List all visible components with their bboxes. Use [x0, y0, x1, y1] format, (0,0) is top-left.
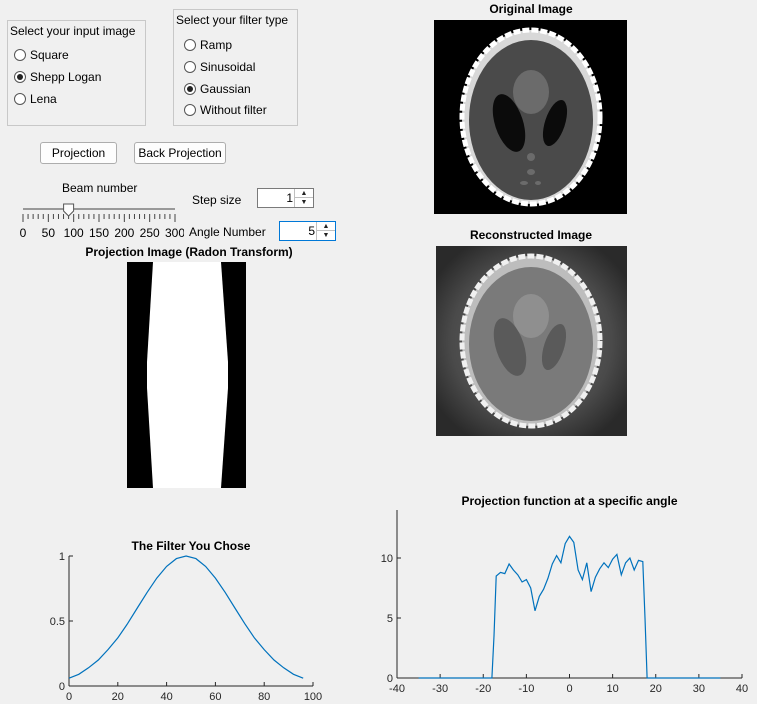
x-tick-label: 0	[566, 683, 572, 695]
radio-ramp[interactable]: Ramp	[184, 37, 232, 53]
radio-square[interactable]: Square	[14, 47, 69, 63]
x-tick-label: -30	[432, 683, 448, 695]
input-panel-title: Select your input image	[10, 24, 136, 38]
series-line	[418, 535, 721, 679]
y-tick-label: 0.5	[50, 616, 65, 628]
filter-chart: 0 20 40 60 80 100 0 0.5 1	[50, 551, 322, 703]
filter-panel-title: Select your filter type	[176, 13, 289, 27]
radio-circle[interactable]	[184, 83, 196, 95]
step-size-arrows[interactable]: ▲ ▼	[294, 189, 313, 207]
slider-ticks	[22, 214, 176, 222]
slider-tick-label: 50	[42, 226, 56, 240]
radio-gaussian[interactable]: Gaussian	[184, 81, 251, 97]
projection-image-title: Projection Image (Radon Transform)	[85, 245, 293, 259]
beam-slider[interactable]: 0 50 100 150 200 250 300	[18, 196, 184, 240]
spinner-down-icon[interactable]: ▼	[317, 231, 335, 240]
spinner-up-icon[interactable]: ▲	[295, 189, 313, 198]
slider-thumb	[63, 203, 75, 217]
y-tick-label: 5	[387, 613, 393, 625]
radio-circle[interactable]	[14, 49, 26, 61]
slider-tick-label: 150	[89, 226, 109, 240]
spinner-down-icon[interactable]: ▼	[295, 198, 313, 207]
radio-circle[interactable]	[184, 61, 196, 73]
input-image-panel: Select your input image Square Shepp Log…	[7, 20, 146, 126]
original-image	[434, 20, 627, 214]
angle-number-spinner[interactable]: 5 ▲ ▼	[279, 221, 336, 241]
x-tick-label: 100	[304, 691, 322, 703]
radio-without-filter[interactable]: Without filter	[184, 102, 267, 118]
radio-label: Lena	[30, 92, 57, 106]
y-tick-label: 10	[381, 553, 393, 565]
x-tick-label: -10	[518, 683, 534, 695]
radio-label: Shepp Logan	[30, 70, 102, 84]
radio-label: Gaussian	[200, 82, 251, 96]
y-tick-label: 0	[387, 673, 393, 685]
radio-shepp-logan[interactable]: Shepp Logan	[14, 69, 101, 85]
slider-tick-label: 0	[20, 226, 27, 240]
radio-label: Ramp	[200, 38, 233, 52]
angle-number-value[interactable]: 5	[308, 224, 315, 238]
radio-label: Square	[30, 48, 69, 62]
spinner-up-icon[interactable]: ▲	[317, 222, 335, 231]
projection-button[interactable]: Projection	[40, 142, 117, 164]
radio-circle[interactable]	[184, 104, 196, 116]
radio-label: Without filter	[200, 103, 267, 117]
radio-label: Sinusoidal	[200, 60, 256, 74]
x-tick-label: 40	[160, 691, 172, 703]
step-size-spinner[interactable]: 1 ▲ ▼	[257, 188, 314, 208]
x-tick-label: 0	[66, 691, 72, 703]
projection-image	[127, 262, 246, 488]
x-tick-label: 60	[209, 691, 221, 703]
projection-function-chart: -40 -30 -20 -10 0 10 20 30 400510	[381, 510, 748, 695]
radio-circle[interactable]	[14, 71, 26, 83]
x-tick-label: 20	[650, 683, 662, 695]
x-tick-label: 30	[693, 683, 705, 695]
slider-tick-label: 200	[114, 226, 134, 240]
y-tick-label: 1	[59, 551, 65, 563]
radio-lena[interactable]: Lena	[14, 91, 57, 107]
series-line	[68, 555, 304, 679]
slider-tick-label: 100	[64, 226, 84, 240]
y-tick-label: 0	[59, 681, 65, 693]
slider-tick-labels: 0 50 100 150 200 250 300	[20, 226, 184, 240]
filter-type-panel: Select your filter type Ramp Sinusoidal …	[173, 9, 298, 126]
angle-number-label: Angle Number	[189, 225, 266, 239]
angle-number-arrows[interactable]: ▲ ▼	[316, 222, 335, 240]
x-tick-label: 80	[258, 691, 270, 703]
x-tick-label: 20	[112, 691, 124, 703]
radio-sinusoidal[interactable]: Sinusoidal	[184, 59, 255, 75]
original-image-title: Original Image	[489, 2, 573, 16]
reconstructed-image	[436, 246, 627, 436]
slider-tick-label: 300	[165, 226, 184, 240]
radio-circle[interactable]	[14, 93, 26, 105]
x-tick-label: 40	[736, 683, 748, 695]
beam-number-label: Beam number	[62, 181, 138, 195]
step-size-value[interactable]: 1	[286, 191, 293, 205]
radio-circle[interactable]	[184, 39, 196, 51]
step-size-label: Step size	[192, 193, 242, 207]
x-tick-label: -20	[475, 683, 491, 695]
slider-tick-label: 250	[140, 226, 160, 240]
back-projection-button[interactable]: Back Projection	[134, 142, 226, 164]
reconstructed-image-title: Reconstructed Image	[469, 228, 593, 242]
x-tick-label: 10	[607, 683, 619, 695]
